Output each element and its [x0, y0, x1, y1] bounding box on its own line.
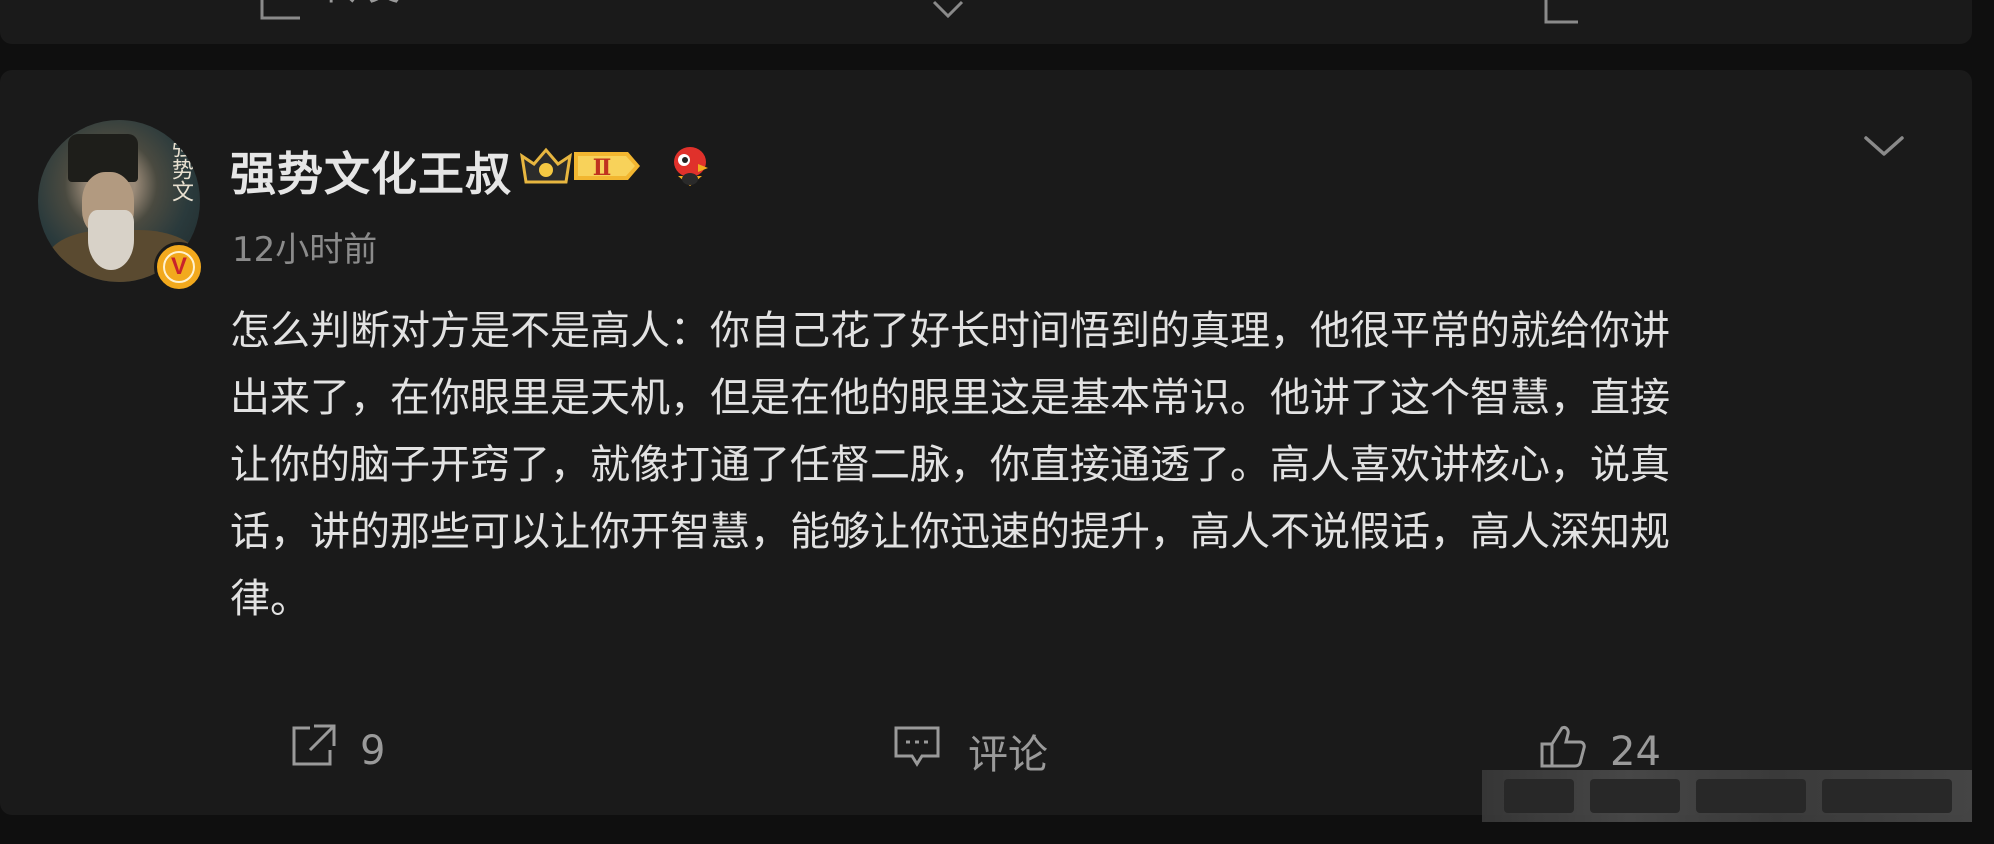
share-icon: [288, 722, 338, 780]
prev-repost-label: 转发: [320, 0, 400, 6]
prev-comment-button[interactable]: [928, 0, 968, 32]
comment-icon: [892, 722, 942, 780]
member-level-text: Ⅱ: [593, 155, 612, 181]
share-icon: [258, 0, 306, 28]
previous-post-card: 转发: [0, 0, 1972, 44]
author-name[interactable]: 强势文化王叔: [230, 138, 512, 204]
like-count: 24: [1610, 729, 1661, 775]
chevron-down-icon[interactable]: [1862, 132, 1906, 166]
verified-badge: V: [154, 242, 204, 292]
crown-member-icon[interactable]: Ⅱ: [519, 142, 644, 194]
post-body-text: 怎么判断对方是不是高人：你自己花了好长时间悟到的真理，他很平常的就给你讲 出来了…: [230, 308, 1670, 622]
avatar-beard: [88, 210, 134, 270]
watermark-overlay: [1482, 770, 1972, 822]
comment-button[interactable]: 评论: [892, 722, 1048, 780]
like-icon: [1540, 0, 1584, 32]
comment-icon: [928, 0, 968, 32]
verified-v-icon: V: [163, 251, 195, 283]
weibo-feed: 转发 强势文 V 强势文化王叔 Ⅱ: [0, 0, 1994, 844]
repost-button[interactable]: 9: [288, 722, 385, 780]
post-timestamp[interactable]: 12小时前: [232, 222, 377, 271]
prev-repost-button[interactable]: 转发: [258, 0, 400, 28]
comment-label: 评论: [968, 732, 1048, 778]
prev-like-button[interactable]: [1540, 0, 1584, 32]
repost-count: 9: [360, 728, 386, 774]
avatar-calligraphy: 强势文: [168, 136, 193, 202]
weibo-mascot-icon[interactable]: [668, 142, 712, 194]
